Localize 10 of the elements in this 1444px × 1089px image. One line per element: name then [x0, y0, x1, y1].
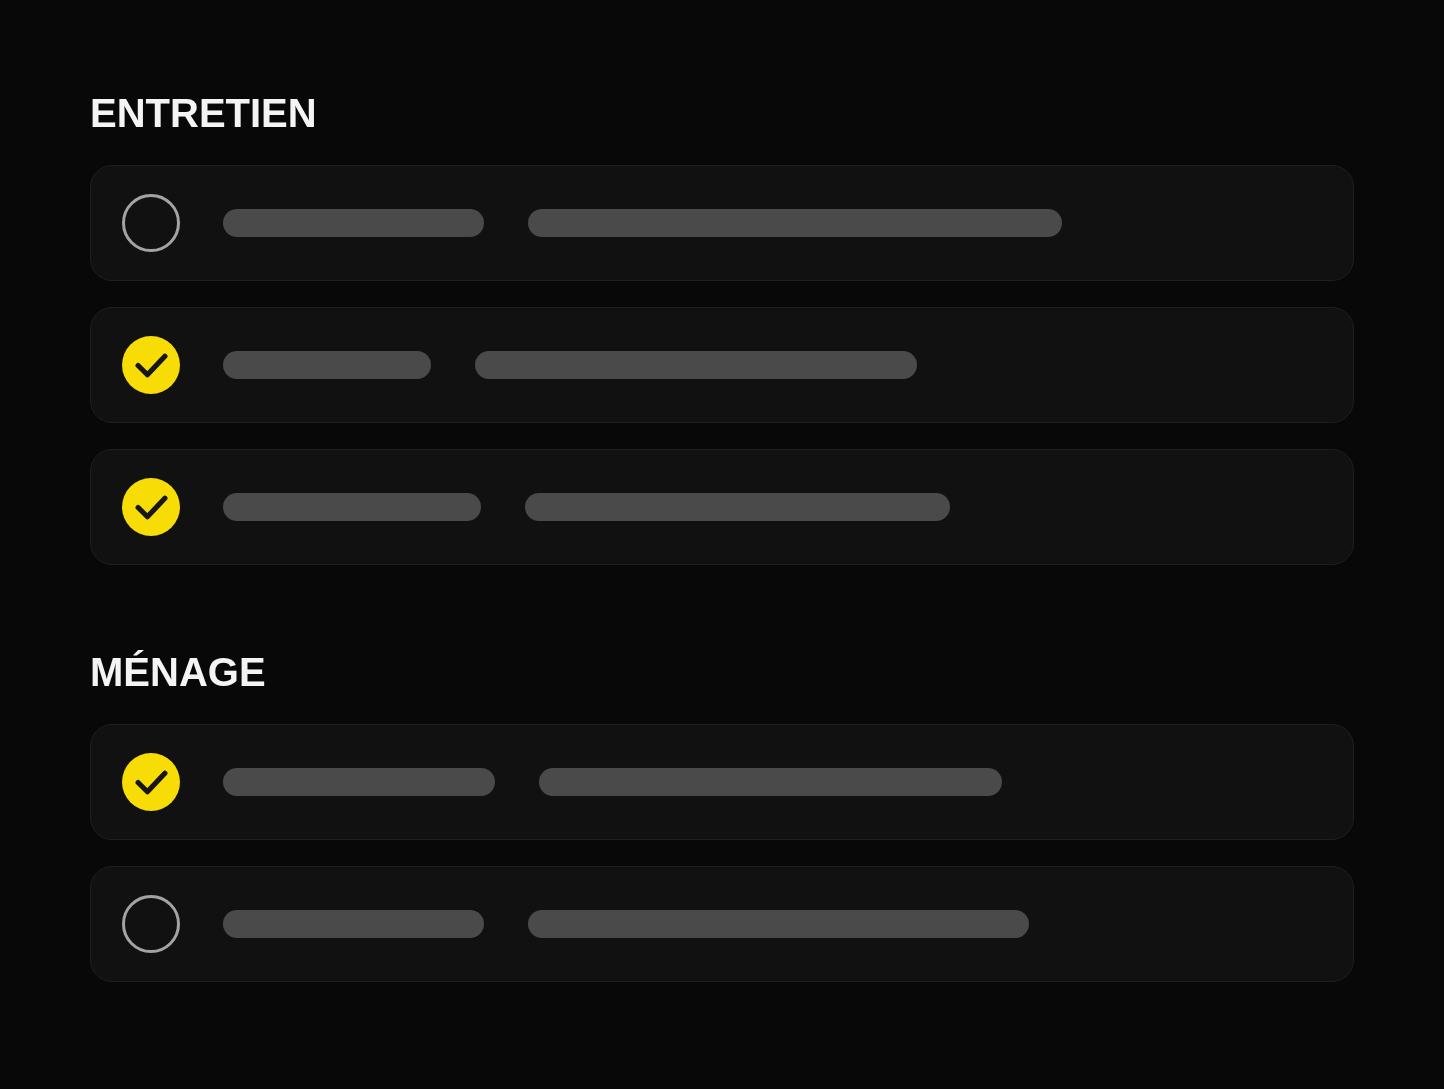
check-icon	[134, 494, 168, 520]
checkbox[interactable]	[122, 478, 180, 536]
check-icon	[134, 352, 168, 378]
checkbox[interactable]	[122, 895, 180, 953]
checkbox[interactable]	[122, 194, 180, 252]
checkbox[interactable]	[122, 753, 180, 811]
section-heading: ENTRETIEN	[90, 93, 317, 133]
checkbox[interactable]	[122, 336, 180, 394]
section-heading: MÉNAGE	[90, 652, 266, 692]
check-icon	[134, 769, 168, 795]
